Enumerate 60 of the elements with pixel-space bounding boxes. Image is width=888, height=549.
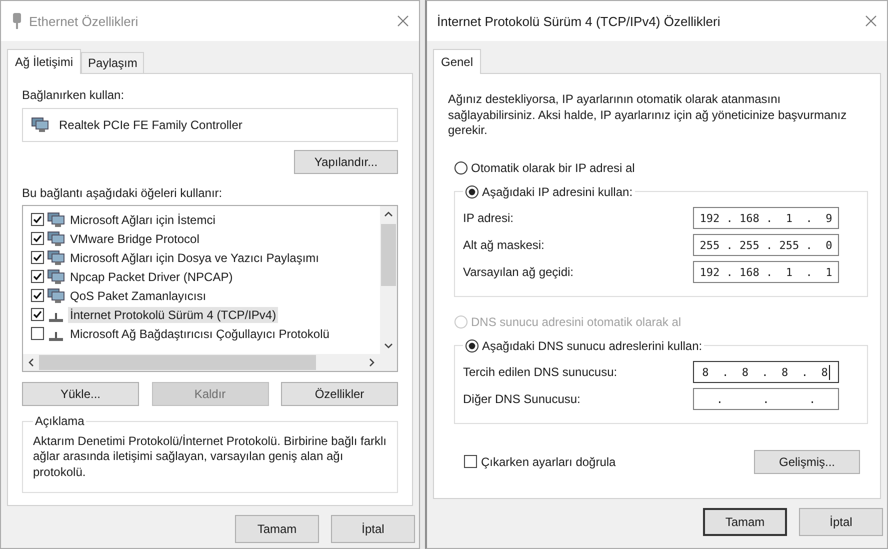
- action-button[interactable]: Özellikler: [281, 382, 398, 406]
- ip-address-field[interactable]: . . .: [693, 388, 839, 410]
- intro-text: Ağınız destekliyorsa, IP ayarlarının otomatik olarak atanmasını sağlayabilirsiniz. Aksi halde, IP ayarlarınız için ağ yöneticinize başvurmanız gerekir.: [448, 92, 848, 139]
- description-text: Aktarım Denetimi Protokolü/İnternet Protokolü. Birbirine bağlı farklı ağlar arasında iletişimi sağlayan, varsayılan geniş alan ağı protokolü.: [33, 434, 387, 480]
- network-protocol-icon: [49, 313, 63, 322]
- field-label: Varsayılan ağ geçidi:: [463, 265, 574, 280]
- dialog-button[interactable]: İptal: [799, 508, 883, 536]
- ip-address-field[interactable]: 192 . 168 . 1 . 9: [693, 207, 839, 230]
- advanced-button[interactable]: Gelişmiş...: [754, 450, 860, 474]
- radio-option[interactable]: Aşağıdaki IP adresini kullan:: [465, 184, 633, 199]
- list-item[interactable]: Npcap Packet Driver (NPCAP): [68, 268, 235, 284]
- ip-address-field[interactable]: 255 . 255 . 255 . 0: [693, 234, 839, 256]
- configure-button[interactable]: Yapılandır...: [294, 150, 398, 174]
- radio-option[interactable]: Otomatik olarak bir IP adresi al: [454, 160, 874, 175]
- tab[interactable]: Ağ İletişimi: [7, 49, 82, 74]
- window-title: İnternet Protokolü Sürüm 4 (TCP/IPv4) Özellikleri: [437, 14, 722, 28]
- field-label: IP adresi:: [463, 211, 514, 226]
- checkbox[interactable]: [31, 232, 44, 245]
- vertical-scrollbar[interactable]: [380, 206, 397, 354]
- list-item[interactable]: Microsoft Ağları için Dosya ve Yazıcı Paylaşımı: [68, 250, 321, 266]
- list-item[interactable]: Microsoft Ağları için İstemci: [68, 212, 218, 228]
- field-label: Diğer DNS Sunucusu:: [463, 392, 580, 406]
- radio-option[interactable]: Aşağıdaki DNS sunucu adreslerini kullan:: [465, 338, 702, 353]
- network-computer-icon: [47, 230, 65, 246]
- checkbox[interactable]: [31, 289, 44, 302]
- window-title: Ethernet Özellikleri: [29, 14, 140, 28]
- list-item[interactable]: VMware Bridge Protocol: [68, 230, 202, 246]
- field-label: Tercih edilen DNS sunucusu:: [463, 365, 618, 380]
- network-computer-icon: [31, 117, 49, 133]
- checkbox[interactable]: [31, 308, 44, 321]
- checkbox[interactable]: [31, 213, 44, 226]
- horizontal-scrollbar[interactable]: [23, 354, 380, 371]
- checkbox-option[interactable]: Çıkarken ayarları doğrula: [464, 454, 616, 469]
- dialog-button[interactable]: Tamam: [235, 515, 319, 544]
- checkbox[interactable]: [31, 270, 44, 283]
- adapter-field: Realtek PCIe FE Family Controller: [22, 108, 398, 142]
- network-computer-icon: [47, 288, 65, 304]
- ip-address-field[interactable]: 8 . 8 . 8 . 8: [693, 361, 839, 384]
- action-button[interactable]: Yükle...: [22, 382, 139, 406]
- list-item[interactable]: Microsoft Ağ Bağdaştırıcısı Çoğullayıcı Protokolü: [68, 326, 332, 342]
- tab[interactable]: Paylaşım: [81, 52, 144, 73]
- dialog-button[interactable]: İptal: [331, 515, 415, 544]
- field-label: Alt ağ maskesi:: [463, 238, 544, 252]
- checkbox[interactable]: [464, 455, 477, 468]
- ethernet-plug-icon: [11, 12, 23, 30]
- network-protocol-icon: [49, 332, 63, 341]
- network-computer-icon: [47, 250, 65, 266]
- close-icon[interactable]: [865, 15, 877, 27]
- section-label: Bu bağlantı aşağıdaki öğeleri kullanır:: [22, 186, 224, 200]
- network-computer-icon: [47, 212, 65, 228]
- network-computer-icon: [47, 268, 65, 284]
- list-item[interactable]: İnternet Protokolü Sürüm 4 (TCP/IPv4): [68, 306, 278, 322]
- checkbox[interactable]: [31, 327, 44, 340]
- tab[interactable]: Genel: [433, 49, 482, 74]
- list-item[interactable]: QoS Paket Zamanlayıcısı: [68, 288, 208, 304]
- checkbox[interactable]: [31, 251, 44, 264]
- section-label: Bağlanırken kullan:: [22, 88, 126, 102]
- dialog-button[interactable]: Tamam: [703, 508, 787, 536]
- ip-address-field[interactable]: 192 . 168 . 1 . 1: [693, 261, 839, 284]
- group-label: Açıklama: [34, 414, 86, 430]
